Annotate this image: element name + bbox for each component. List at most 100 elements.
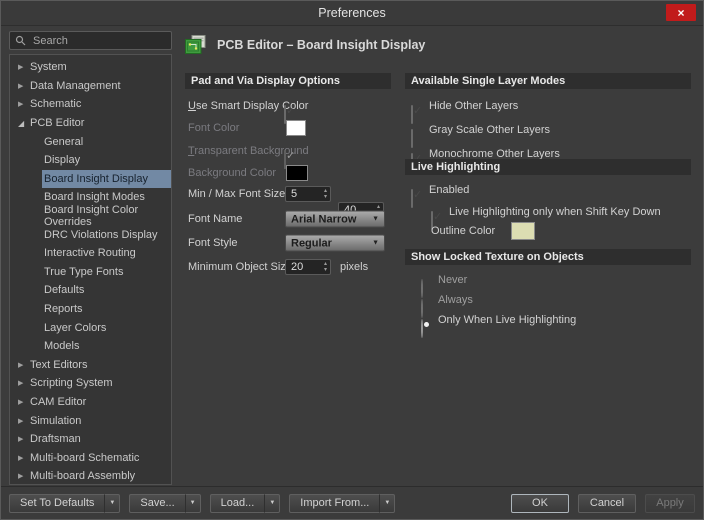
load-button[interactable]: Load... — [209, 493, 265, 513]
locked-texture-always-row: Always — [405, 291, 691, 318]
sidebar-item-board-insight-color-overrides[interactable]: Board Insight Color Overrides — [42, 204, 171, 229]
sidebar-item-simulation[interactable]: ▶ Simulation — [10, 411, 171, 430]
shift-key-only-label: Live Highlighting only when Shift Key Do… — [449, 206, 661, 218]
close-icon: × — [677, 5, 685, 20]
sidebar-item-text-editors[interactable]: ▶ Text Editors — [10, 356, 171, 375]
sidebar-item-label: Models — [44, 340, 80, 353]
sidebar-item-label: Board Insight Display — [44, 172, 148, 185]
sidebar-item-drc-violations-display[interactable]: DRC Violations Display — [42, 225, 171, 244]
gray-scale-other-layers-row: Gray Scale Other Layers — [405, 121, 691, 148]
sidebar-item-board-insight-display[interactable]: Board Insight Display — [42, 169, 171, 189]
spinner-arrows-icon[interactable]: ▴▾ — [324, 188, 327, 200]
title-bar[interactable]: Preferences × — [1, 1, 703, 26]
set-to-defaults-button[interactable]: Set To Defaults — [9, 493, 105, 513]
page-header: PCB Editor – Board Insight Display — [185, 35, 425, 54]
sidebar-item-interactive-routing[interactable]: Interactive Routing — [42, 244, 171, 263]
sidebar-item-system[interactable]: ▶ System — [10, 58, 171, 77]
chevron-down-icon: ▼ — [189, 500, 196, 506]
chevron-right-icon[interactable]: ▶ — [18, 472, 30, 480]
dialog-action-buttons: OK Cancel Apply — [511, 493, 695, 513]
sidebar-item-label: General — [44, 135, 84, 148]
main-panel: PCB Editor – Board Insight Display Pad a… — [177, 29, 696, 486]
window-title: Preferences — [318, 6, 386, 20]
chevron-down-icon[interactable]: ◢ — [18, 119, 30, 128]
outline-color-label: Outline Color — [431, 225, 496, 237]
section-header-pad-via-display-options: Pad and Via Display Options — [185, 73, 391, 89]
chevron-right-icon[interactable]: ▶ — [18, 100, 30, 108]
chevron-right-icon[interactable]: ▶ — [18, 435, 30, 443]
sidebar-item-draftsman[interactable]: ▶ Draftsman — [10, 430, 171, 449]
sidebar-item-label: Interactive Routing — [44, 247, 136, 260]
sidebar-item-layer-colors[interactable]: Layer Colors — [42, 318, 171, 337]
background-color-swatch[interactable] — [286, 165, 308, 181]
font-name-label: Font Name — [188, 213, 243, 225]
sidebar-item-pcb-editor[interactable]: ◢ PCB Editor — [10, 114, 171, 133]
sidebar-item-label: Board Insight Color Overrides — [44, 204, 139, 229]
set-to-defaults-dropdown-arrow[interactable]: ▼ — [104, 493, 121, 513]
live-highlighting-enabled-label: Enabled — [429, 184, 470, 196]
chevron-down-icon: ▼ — [384, 500, 391, 506]
footer-bar: Set To Defaults ▼ Save... ▼ Load... ▼ Im… — [1, 486, 703, 519]
sidebar-item-models[interactable]: Models — [42, 337, 171, 356]
sidebar-item-label: Multi-board Assembly — [30, 470, 136, 483]
font-name-value: Arial Narrow — [291, 213, 357, 225]
sidebar-item-true-type-fonts[interactable]: True Type Fonts — [42, 263, 171, 282]
chevron-right-icon[interactable]: ▶ — [18, 454, 30, 462]
sidebar-item-reports[interactable]: Reports — [42, 300, 171, 319]
sidebar-item-cam-editor[interactable]: ▶ CAM Editor — [10, 393, 171, 412]
outline-color-swatch[interactable] — [511, 222, 535, 240]
chevron-right-icon[interactable]: ▶ — [18, 361, 30, 369]
chevron-right-icon[interactable]: ▶ — [18, 379, 30, 387]
only-when-live-highlighting-radio[interactable] — [421, 319, 423, 338]
sidebar-item-label: Scripting System — [30, 377, 113, 390]
import-from-split-button: Import From... ▼ — [289, 493, 396, 513]
chevron-down-icon: ▼ — [372, 215, 379, 223]
minimum-object-size-value: 20 — [291, 261, 304, 273]
sidebar-item-data-management[interactable]: ▶ Data Management — [10, 77, 171, 96]
chevron-right-icon[interactable]: ▶ — [18, 398, 30, 406]
close-button[interactable]: × — [666, 4, 696, 21]
chevron-right-icon[interactable]: ▶ — [18, 82, 30, 90]
import-from-button[interactable]: Import From... — [289, 493, 380, 513]
cancel-button[interactable]: Cancel — [578, 493, 636, 513]
font-color-swatch[interactable] — [286, 120, 306, 136]
preferences-dialog: Preferences × ▶System ▶Data Management ▶… — [0, 0, 704, 520]
font-name-row: Font Name Arial Narrow ▼ — [185, 210, 397, 228]
chevron-right-icon[interactable]: ▶ — [18, 63, 30, 71]
sidebar-item-multi-board-assembly[interactable]: ▶ Multi-board Assembly — [10, 467, 171, 484]
chevron-down-icon: ▼ — [109, 500, 116, 506]
import-from-dropdown-arrow[interactable]: ▼ — [379, 493, 396, 513]
save-dropdown-arrow[interactable]: ▼ — [184, 493, 201, 513]
chevron-down-icon: ▼ — [269, 500, 276, 506]
sidebar-item-general[interactable]: General — [42, 132, 171, 151]
sidebar-item-label: CAM Editor — [30, 395, 87, 408]
load-dropdown-arrow[interactable]: ▼ — [264, 493, 281, 513]
sidebar-item-defaults[interactable]: Defaults — [42, 281, 171, 300]
ok-button[interactable]: OK — [511, 493, 569, 513]
minimum-object-size-spinner[interactable]: 20 ▴ ▾ — [285, 259, 331, 275]
pcb-editor-icon — [185, 35, 206, 54]
sidebar-item-display[interactable]: Display — [42, 151, 171, 170]
preferences-tree: ▶ System ▶ Data Management ▶ Schematic ◢ PCB… — [9, 54, 172, 485]
search-box[interactable] — [9, 31, 172, 50]
sidebar-item-label: Defaults — [44, 284, 85, 297]
font-name-dropdown[interactable]: Arial Narrow ▼ — [285, 210, 385, 228]
sidebar-item-label: System — [30, 61, 67, 74]
section-header-live-highlighting: Live Highlighting — [405, 159, 691, 175]
save-button[interactable]: Save... — [129, 493, 185, 513]
background-color-row: Background Color — [185, 164, 397, 182]
transparent-background-row: Transparent Background — [185, 142, 397, 169]
spinner-arrows-icon[interactable]: ▴▾ — [324, 261, 327, 273]
chevron-down-icon: ▼ — [372, 239, 379, 247]
never-label: Never — [438, 274, 468, 286]
save-split-button: Save... ▼ — [129, 493, 201, 513]
use-smart-display-color-row: Use Smart Display Color — [185, 97, 397, 124]
search-input[interactable] — [31, 33, 165, 48]
chevron-right-icon[interactable]: ▶ — [18, 417, 30, 425]
sidebar-item-schematic[interactable]: ▶ Schematic — [10, 95, 171, 114]
sidebar-item-scripting-system[interactable]: ▶ Scripting System — [10, 374, 171, 393]
sidebar-item-label: Board Insight Modes — [44, 191, 145, 204]
min-font-size-spinner[interactable]: 5 ▴ ▾ — [285, 186, 331, 202]
font-style-dropdown[interactable]: Regular ▼ — [285, 234, 385, 252]
sidebar-item-multi-board-schematic[interactable]: ▶ Multi-board Schematic — [10, 448, 171, 467]
